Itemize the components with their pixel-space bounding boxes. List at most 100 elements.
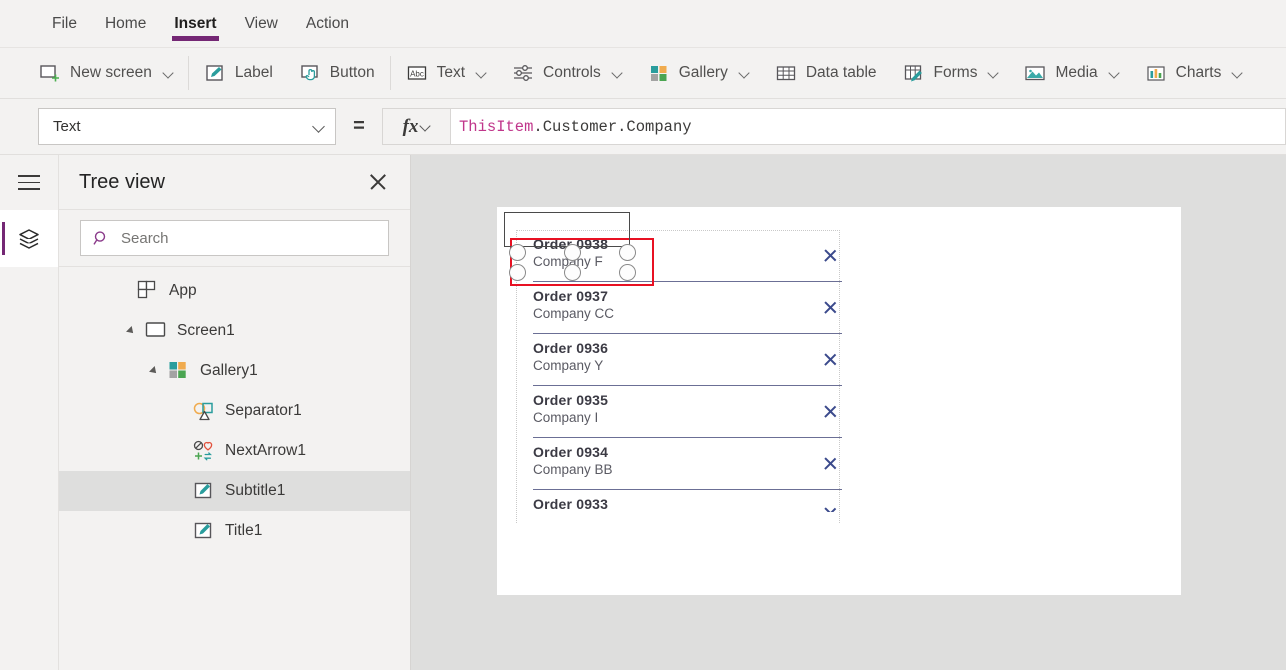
chevron-down-icon bbox=[613, 69, 622, 78]
tree-view-title: Tree view bbox=[79, 170, 165, 193]
row-title: Order 0934 bbox=[533, 444, 609, 460]
app-canvas: Order 0938 Company F Order 0937 Company … bbox=[411, 155, 1286, 670]
label-pen-icon bbox=[193, 520, 215, 542]
ribbon-divider bbox=[187, 56, 189, 90]
menu-item-file[interactable]: File bbox=[38, 0, 91, 47]
tree-node-label: Separator1 bbox=[225, 402, 302, 419]
menu-item-home[interactable]: Home bbox=[91, 0, 160, 47]
ribbon-gallery-button[interactable]: Gallery bbox=[635, 51, 762, 95]
rail-tree-view-button[interactable] bbox=[0, 210, 58, 267]
expand-arrow-icon[interactable] bbox=[125, 324, 139, 338]
tree-node-title1[interactable]: Title1 bbox=[59, 511, 410, 551]
row-subtitle: Company Y bbox=[533, 358, 604, 373]
gallery-row[interactable]: Order 0935 Company I bbox=[516, 386, 858, 438]
row-subtitle: Company I bbox=[533, 410, 599, 425]
formula-token-thisitem: ThisItem bbox=[459, 117, 534, 136]
tree-node-label: Screen1 bbox=[177, 322, 235, 339]
ribbon-text-button[interactable]: Abc Text bbox=[393, 51, 499, 95]
tree-node-gallery1[interactable]: Gallery1 bbox=[59, 351, 410, 391]
charts-bar-icon bbox=[1145, 62, 1167, 84]
ribbon-new-screen-button[interactable]: New screen bbox=[26, 51, 186, 95]
tree-view-header: Tree view bbox=[59, 155, 410, 210]
formula-token-path: .Customer.Company bbox=[533, 117, 692, 136]
tree-node-label: Title1 bbox=[225, 522, 263, 539]
button-icon bbox=[299, 62, 321, 84]
tree-node-list: App Screen1 Gallery1 Separator1 NextArro… bbox=[59, 267, 410, 551]
close-icon[interactable] bbox=[366, 170, 390, 194]
media-image-icon bbox=[1024, 62, 1046, 84]
ribbon-button-label: Button bbox=[329, 64, 375, 81]
row-subtitle: Company BB bbox=[533, 462, 613, 477]
chevron-down-icon bbox=[314, 121, 325, 132]
fx-label: fx bbox=[402, 115, 419, 137]
fx-button[interactable]: fx bbox=[382, 108, 450, 145]
tree-node-screen1[interactable]: Screen1 bbox=[59, 311, 410, 351]
ribbon-label-button[interactable]: Label bbox=[191, 51, 286, 95]
resize-handle-bottom-left[interactable] bbox=[509, 264, 526, 281]
new-screen-icon bbox=[39, 62, 61, 84]
property-selector[interactable]: Text bbox=[38, 108, 336, 145]
ribbon-new-screen-label: New screen bbox=[70, 64, 152, 81]
resize-handle-bottom-right[interactable] bbox=[619, 264, 636, 281]
nextarrow-icon bbox=[193, 440, 215, 462]
menu-item-action[interactable]: Action bbox=[292, 0, 363, 47]
next-arrow-icon[interactable] bbox=[824, 348, 839, 370]
resize-handle-top-left[interactable] bbox=[509, 244, 526, 261]
property-selector-value: Text bbox=[53, 118, 81, 135]
ribbon-media-button[interactable]: Media bbox=[1011, 51, 1131, 95]
row-title: Order 0935 bbox=[533, 392, 609, 408]
ribbon-data-table-button[interactable]: Data table bbox=[762, 51, 890, 95]
resize-handle-top-right[interactable] bbox=[619, 244, 636, 261]
tree-node-subtitle1[interactable]: Subtitle1 bbox=[59, 471, 410, 511]
gallery-row[interactable]: Order 0934 Company BB bbox=[516, 438, 858, 490]
resize-handle-top-center[interactable] bbox=[564, 244, 581, 261]
gallery-row[interactable]: Order 0937 Company CC bbox=[516, 282, 858, 334]
ribbon-charts-label: Charts bbox=[1175, 64, 1222, 81]
hamburger-icon bbox=[18, 175, 40, 190]
next-arrow-icon[interactable] bbox=[824, 244, 839, 266]
next-arrow-icon[interactable] bbox=[824, 452, 839, 474]
equals-sign: = bbox=[353, 115, 365, 137]
menu-item-insert[interactable]: Insert bbox=[160, 0, 230, 47]
active-indicator bbox=[2, 222, 5, 255]
tree-node-label: App bbox=[169, 282, 197, 299]
gallery-icon bbox=[168, 360, 190, 382]
tree-node-separator1[interactable]: Separator1 bbox=[59, 391, 410, 431]
chevron-down-icon bbox=[164, 69, 173, 78]
ribbon-forms-label: Forms bbox=[933, 64, 978, 81]
menu-item-view[interactable]: View bbox=[231, 0, 292, 47]
menu-bar: File Home Insert View Action bbox=[0, 0, 1286, 47]
ribbon-controls-button[interactable]: Controls bbox=[499, 51, 635, 95]
next-arrow-icon[interactable] bbox=[824, 296, 839, 318]
controls-sliders-icon bbox=[512, 62, 534, 84]
search-box[interactable] bbox=[80, 220, 389, 256]
chevron-down-icon bbox=[989, 69, 998, 78]
ribbon-media-label: Media bbox=[1055, 64, 1098, 81]
resize-handle-bottom-center[interactable] bbox=[564, 264, 581, 281]
row-title: Order 0933 bbox=[533, 496, 609, 512]
ribbon-button-button[interactable]: Button bbox=[286, 51, 388, 95]
ribbon-controls-label: Controls bbox=[543, 64, 601, 81]
tree-view-panel: Tree view Search App Screen1 Gallery1 Se… bbox=[59, 155, 411, 670]
expand-arrow-icon[interactable] bbox=[148, 364, 162, 378]
tree-node-app[interactable]: App bbox=[59, 271, 410, 311]
ribbon-charts-button[interactable]: Charts bbox=[1132, 51, 1256, 95]
hamburger-menu-button[interactable] bbox=[0, 155, 58, 210]
next-arrow-icon[interactable] bbox=[824, 502, 839, 512]
chevron-down-icon bbox=[1110, 69, 1119, 78]
tree-search-row bbox=[59, 210, 410, 267]
tree-node-label: Subtitle1 bbox=[225, 482, 286, 499]
screen1-surface[interactable]: Order 0938 Company F Order 0937 Company … bbox=[497, 207, 1181, 595]
tree-node-nextarrow1[interactable]: NextArrow1 bbox=[59, 431, 410, 471]
screen-icon bbox=[145, 320, 167, 342]
formula-input[interactable]: ThisItem .Customer.Company bbox=[450, 108, 1286, 145]
data-table-icon bbox=[775, 62, 797, 84]
gallery-row[interactable]: Order 0933 bbox=[516, 490, 858, 520]
gallery-row[interactable]: Order 0936 Company Y bbox=[516, 334, 858, 386]
tree-node-label: NextArrow1 bbox=[225, 442, 306, 459]
search-input[interactable] bbox=[121, 229, 376, 247]
ribbon-gallery-label: Gallery bbox=[678, 64, 728, 81]
ribbon-forms-button[interactable]: Forms bbox=[890, 51, 1012, 95]
label-icon bbox=[204, 62, 226, 84]
next-arrow-icon[interactable] bbox=[824, 400, 839, 422]
